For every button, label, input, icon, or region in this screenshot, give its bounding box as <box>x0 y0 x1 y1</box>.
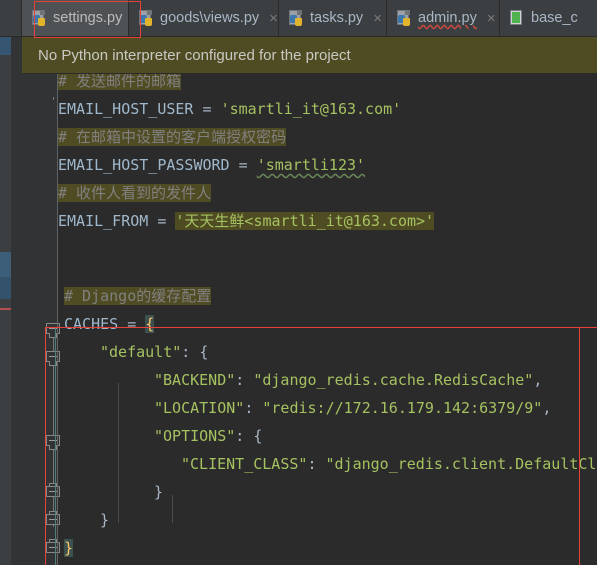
indent-guide <box>55 327 56 565</box>
tab-tasks-py[interactable]: tasks.py × <box>279 0 387 36</box>
token-brace: } <box>100 511 110 529</box>
token-colon: : <box>235 427 254 445</box>
code-line: "LOCATION": "redis://172.16.179.142:6379… <box>154 394 551 422</box>
code-line: EMAIL_FROM = '天天生鲜<smartli_it@163.com>' <box>58 207 435 235</box>
code-line: # Django的缓存配置 <box>64 282 212 310</box>
code-line: EMAIL_HOST_PASSWORD = 'smartli123' <box>58 151 365 179</box>
token-variable: CACHES <box>64 315 119 333</box>
token-key: "OPTIONS" <box>154 427 236 445</box>
tab-close-icon[interactable]: × <box>373 11 382 26</box>
tab-close-icon[interactable]: × <box>269 11 278 26</box>
indent-guide <box>172 495 173 523</box>
tab-label: goods\views.py <box>160 10 260 26</box>
error-marker <box>0 308 11 310</box>
tab-label: base_c <box>531 10 578 26</box>
token-key: "LOCATION" <box>154 399 245 417</box>
code-line: CACHES = { <box>64 310 155 338</box>
token-operator: = <box>229 156 257 174</box>
token-brace: { <box>253 427 263 445</box>
code-line: # 收件人看到的发件人 <box>58 179 212 207</box>
pycharm-editor-window: settings.py × goods\views.py × tasks.py … <box>0 0 597 565</box>
tab-base-c[interactable]: base_c <box>500 0 597 36</box>
code-line: "CLIENT_CLASS": "django_redis.client.Def… <box>181 450 597 478</box>
token-colon: : <box>235 371 254 389</box>
token-comment: # 在邮箱中设置的客户端授权密码 <box>58 128 287 146</box>
code-line: EMAIL_HOST_USER = 'smartli_it@163.com' <box>58 95 401 123</box>
editor-tab-bar: settings.py × goods\views.py × tasks.py … <box>0 0 597 37</box>
marker-block <box>0 37 11 55</box>
python-file-icon <box>32 10 47 26</box>
token-string: "redis://172.16.179.142:6379/9" <box>262 399 543 417</box>
editor-gutter[interactable] <box>11 37 60 565</box>
token-string: 'smartli123' <box>256 156 366 174</box>
token-variable: EMAIL_HOST_USER <box>58 100 194 118</box>
tab-label: tasks.py <box>310 10 364 26</box>
token-comment: # Django的缓存配置 <box>64 287 212 305</box>
code-content[interactable]: EMAIL_PORT = 25 # 发送邮件的邮箱 EMAIL_HOST_USE… <box>55 37 597 565</box>
token-operator: = <box>193 100 221 118</box>
token-colon: : <box>181 343 200 361</box>
token-variable: EMAIL_FROM <box>58 212 149 230</box>
left-marker-column[interactable] <box>0 37 11 565</box>
token-key: "CLIENT_CLASS" <box>181 455 308 473</box>
python-file-icon <box>139 10 154 26</box>
token-colon: : <box>244 399 263 417</box>
token-string: "django_redis.client.DefaultClient" <box>325 455 597 473</box>
code-editor[interactable]: EMAIL_PORT = 25 # 发送邮件的邮箱 EMAIL_HOST_USE… <box>0 37 597 565</box>
tab-scroll-edge <box>0 0 22 36</box>
token-key: "default" <box>100 343 182 361</box>
token-colon: : <box>307 455 326 473</box>
html-file-icon <box>510 10 525 26</box>
tab-admin-py[interactable]: admin.py × <box>387 0 500 36</box>
token-brace-matched: } <box>64 539 74 557</box>
code-line: } <box>100 506 109 534</box>
token-comma: , <box>542 399 552 417</box>
code-line: "OPTIONS": { <box>154 422 262 450</box>
banner-message: No Python interpreter configured for the… <box>38 46 351 64</box>
token-string: "django_redis.cache.RedisCache" <box>253 371 534 389</box>
token-comment: # 发送邮件的邮箱 <box>58 72 182 90</box>
tab-goods-views-py[interactable]: goods\views.py × <box>129 0 279 36</box>
tab-settings-py[interactable]: settings.py × <box>22 0 141 36</box>
code-line: } <box>64 534 74 562</box>
code-line: "default": { <box>100 338 208 366</box>
token-key: "BACKEND" <box>154 371 236 389</box>
python-file-icon <box>397 10 412 26</box>
marker-block <box>0 277 11 299</box>
token-variable: EMAIL_HOST_PASSWORD <box>58 156 230 174</box>
tab-label: settings.py <box>53 10 123 26</box>
code-line: } <box>154 478 163 506</box>
indent-guide <box>118 383 119 523</box>
no-interpreter-banner[interactable]: No Python interpreter configured for the… <box>22 37 597 74</box>
token-brace: } <box>154 483 164 501</box>
code-line: "BACKEND": "django_redis.cache.RedisCach… <box>154 366 542 394</box>
tab-label: admin.py <box>418 10 477 26</box>
token-operator: = <box>148 212 176 230</box>
tab-close-icon[interactable]: × <box>487 11 496 26</box>
token-comment: # 收件人看到的发件人 <box>58 184 212 202</box>
code-line: # 在邮箱中设置的客户端授权密码 <box>58 123 287 151</box>
token-string: '天天生鲜<smartli_it@163.com>' <box>175 212 435 230</box>
token-operator: = <box>118 315 146 333</box>
token-brace: { <box>199 343 209 361</box>
token-brace-matched: { <box>145 315 155 333</box>
token-comma: , <box>533 371 543 389</box>
token-string: 'smartli_it@163.com' <box>220 100 402 118</box>
marker-block <box>0 252 11 278</box>
python-file-icon <box>289 10 304 26</box>
